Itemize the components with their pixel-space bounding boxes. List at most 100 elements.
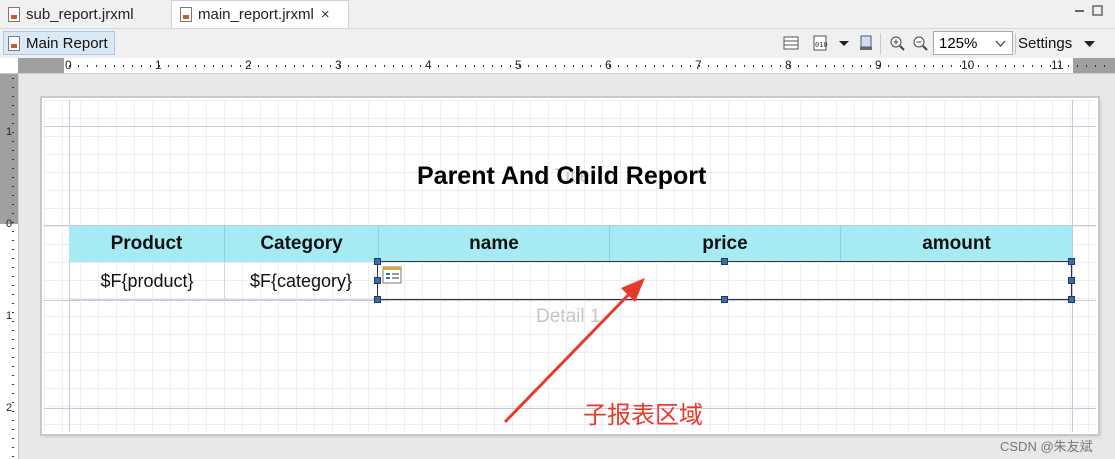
ruler-tick: [12, 429, 14, 430]
report-title[interactable]: Parent And Child Report: [417, 162, 706, 191]
ruler-tick: [420, 65, 421, 67]
bands-icon[interactable]: [783, 35, 799, 51]
subreport-icon: [382, 266, 402, 289]
ruler-tick: [231, 65, 232, 67]
resize-handle-s[interactable]: [721, 296, 728, 303]
resize-handle-w[interactable]: [374, 277, 381, 284]
ruler-tick: [933, 65, 934, 67]
ruler-tick: [735, 65, 736, 67]
ruler-tick: [141, 65, 142, 67]
ruler-tick: [546, 65, 547, 67]
ruler-tick: [1104, 65, 1105, 67]
ruler-tick: [1041, 65, 1042, 67]
close-icon[interactable]: ×: [321, 6, 330, 23]
subreport-element[interactable]: [377, 261, 1072, 300]
toolbar-separator: [880, 33, 881, 55]
ruler-tick: [348, 65, 349, 67]
toolbar-separator: [1015, 33, 1016, 55]
annotation-label: 子报表区域: [583, 402, 703, 429]
ruler-tick: [582, 65, 583, 67]
ruler-tick: [852, 65, 853, 67]
ruler-tick: [510, 65, 511, 67]
header-price[interactable]: price: [610, 226, 841, 262]
ruler-tick: [12, 339, 14, 340]
ruler-tick: [483, 65, 484, 67]
ruler-tick: [411, 65, 412, 67]
header-category[interactable]: Category: [225, 226, 379, 262]
minimize-maximize-icon[interactable]: [1073, 4, 1107, 18]
settings-menu[interactable]: Settings: [1018, 31, 1096, 55]
resize-handle-se[interactable]: [1068, 296, 1075, 303]
ruler-tick: [618, 65, 619, 67]
ruler-ticks: [69, 65, 1105, 67]
resize-handle-sw[interactable]: [374, 296, 381, 303]
ruler-tick: [825, 65, 826, 67]
ruler-number: 3: [335, 58, 342, 72]
ruler-tick: [537, 65, 538, 67]
ruler-tick: [12, 294, 14, 295]
ruler-tick: [12, 357, 14, 358]
header-product[interactable]: Product: [69, 226, 225, 262]
tab-main-report[interactable]: main_report.jrxml ×: [171, 0, 349, 28]
ruler-tick: [12, 366, 14, 367]
ruler-tick: [555, 65, 556, 67]
tab-label: sub_report.jrxml: [26, 5, 134, 23]
ruler-tick: [114, 65, 115, 67]
ruler-tick: [12, 195, 14, 196]
ruler-tick: [12, 168, 14, 169]
ruler-tick: [501, 65, 502, 67]
ruler-tick: [168, 65, 169, 67]
ruler-tick: [717, 65, 718, 67]
ruler-tick: [312, 65, 313, 67]
ruler-tick: [12, 240, 14, 241]
ruler-tick: [1077, 65, 1078, 67]
ruler-tick: [690, 65, 691, 67]
ruler-tick: [708, 65, 709, 67]
chevron-down-icon: [995, 35, 1006, 52]
ruler-tick: [213, 65, 214, 67]
ruler-tick: [438, 65, 439, 67]
ruler-number: 10: [961, 58, 975, 72]
ruler-tick: [12, 267, 14, 268]
main-report-button[interactable]: Main Report: [3, 31, 115, 55]
ruler-number: 4: [425, 58, 432, 72]
zoom-out-icon[interactable]: [912, 35, 928, 51]
ruler-tick: [204, 65, 205, 67]
ruler-tick: [456, 65, 457, 67]
window-controls[interactable]: [1073, 4, 1107, 21]
zoom-in-icon[interactable]: [889, 35, 905, 51]
field-category[interactable]: $F{category}: [225, 263, 378, 300]
ruler-number: 0: [6, 218, 13, 230]
resize-handle-ne[interactable]: [1068, 258, 1075, 265]
ruler-tick: [12, 330, 14, 331]
tab-sub-report[interactable]: sub_report.jrxml: [0, 0, 166, 28]
header-name[interactable]: name: [379, 226, 610, 262]
data-adapter-icon[interactable]: 010: [812, 35, 828, 51]
ruler-tick: [663, 65, 664, 67]
ruler-tick: [636, 65, 637, 67]
watermark: CSDN @朱友斌: [1000, 439, 1093, 454]
ruler-tick: [267, 65, 268, 67]
export-icon[interactable]: [858, 35, 874, 51]
ruler-tick: [744, 65, 745, 67]
resize-handle-nw[interactable]: [374, 258, 381, 265]
ruler-tick: [12, 456, 14, 457]
ruler-tick: [12, 438, 14, 439]
ruler-tick: [1014, 65, 1015, 67]
resize-handle-e[interactable]: [1068, 277, 1075, 284]
ruler-tick: [600, 65, 601, 67]
ruler-tick: [12, 285, 14, 286]
ruler-number: 8: [785, 58, 792, 72]
jrxml-file-icon: [180, 7, 192, 22]
zoom-level-select[interactable]: 125%: [933, 31, 1013, 55]
field-product[interactable]: $F{product}: [69, 263, 225, 300]
main-report-label: Main Report: [26, 34, 108, 52]
ruler-tick: [816, 65, 817, 67]
ruler-tick: [276, 65, 277, 67]
resize-handle-n[interactable]: [721, 258, 728, 265]
ruler-tick: [861, 65, 862, 67]
header-amount[interactable]: amount: [841, 226, 1072, 262]
report-icon: [8, 35, 20, 51]
ruler-tick: [105, 65, 106, 67]
chevron-down-icon[interactable]: [836, 35, 852, 51]
